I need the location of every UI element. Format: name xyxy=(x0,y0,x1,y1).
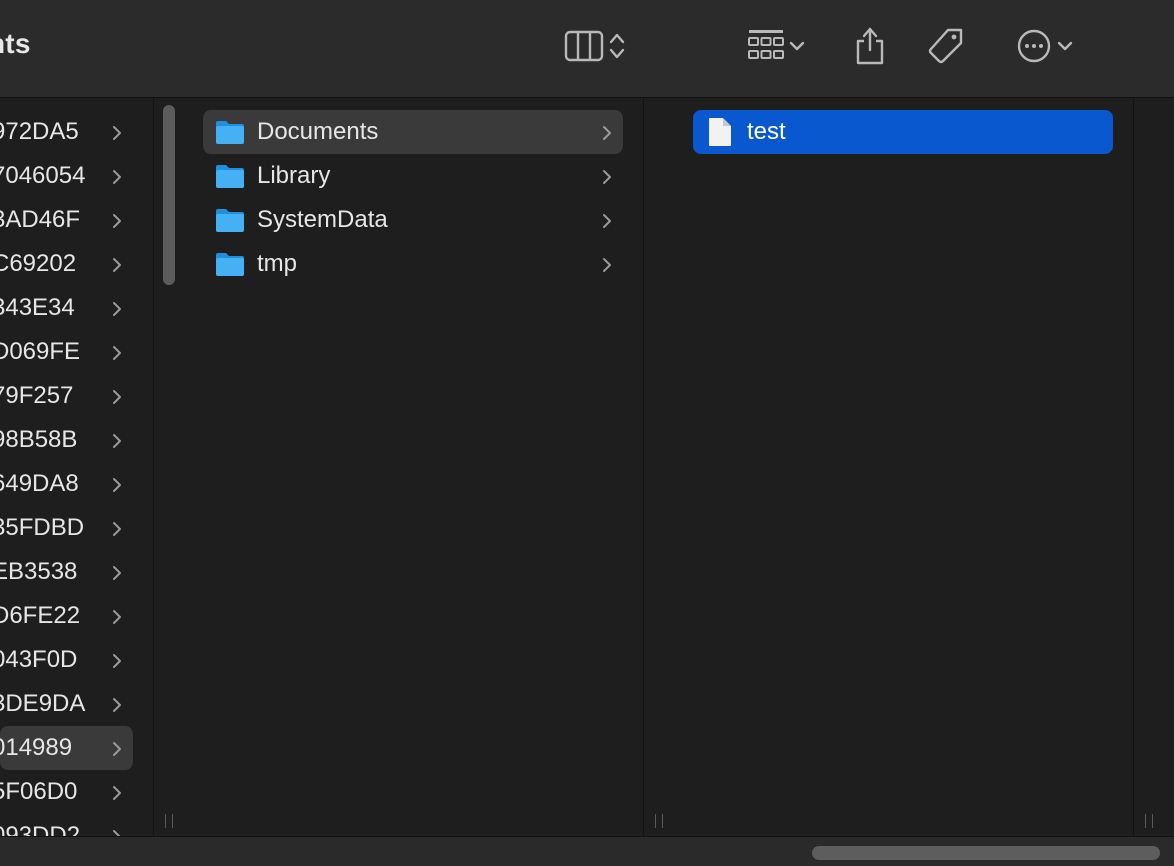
chevron-right-icon xyxy=(111,518,123,538)
horizontal-scrollbar[interactable] xyxy=(812,846,1160,860)
folder-row[interactable]: Documents xyxy=(203,110,623,154)
chevron-right-icon xyxy=(601,254,613,274)
chevron-right-icon xyxy=(111,210,123,230)
column-1-list: 972DA5 7046054 3AD46F C69202 343E34 D069FE 79F… xyxy=(0,99,153,836)
folder-row[interactable]: 3AD46F xyxy=(0,198,133,242)
chevron-right-icon xyxy=(111,254,123,274)
folder-row[interactable]: SystemData xyxy=(203,198,623,242)
grid-group-icon xyxy=(746,28,786,64)
column-3-list: test xyxy=(673,99,1133,836)
item-label: C69202 xyxy=(0,250,77,277)
up-down-chevron-icon xyxy=(606,30,628,62)
chevron-right-icon xyxy=(111,474,123,494)
item-label: 98B58B xyxy=(0,426,78,453)
item-label: 35FDBD xyxy=(0,514,85,541)
window-title: nts xyxy=(0,28,31,59)
folder-row[interactable]: 972DA5 xyxy=(0,110,133,154)
column-2-divider[interactable] xyxy=(643,99,673,836)
folder-row[interactable]: Library xyxy=(203,154,623,198)
item-label: Library xyxy=(257,162,331,189)
folder-row[interactable]: D6FE22 xyxy=(0,594,133,638)
chevron-right-icon xyxy=(111,562,123,582)
item-label: 343E34 xyxy=(0,294,75,321)
folder-icon xyxy=(215,207,245,233)
share-button[interactable] xyxy=(848,24,892,68)
item-label: SystemData xyxy=(257,206,388,233)
item-label: 79F257 xyxy=(0,382,74,409)
document-icon xyxy=(708,117,732,147)
column-3-divider[interactable] xyxy=(1133,99,1163,836)
item-label: 014989 xyxy=(0,734,73,761)
folder-row[interactable]: 649DA8 xyxy=(0,462,133,506)
horizontal-scrollbar-track xyxy=(0,836,1174,866)
folder-row[interactable]: D069FE xyxy=(0,330,133,374)
group-button[interactable] xyxy=(740,24,814,68)
item-label: 5F06D0 xyxy=(0,778,78,805)
item-label: D069FE xyxy=(0,338,81,365)
chevron-right-icon xyxy=(111,430,123,450)
chevron-right-icon xyxy=(601,122,613,142)
chevron-right-icon xyxy=(601,166,613,186)
column-1-scrollbar[interactable] xyxy=(163,105,175,285)
chevron-right-icon xyxy=(111,782,123,802)
tag-icon xyxy=(926,26,966,66)
folder-row[interactable]: 98B58B xyxy=(0,418,133,462)
column-resize-handle[interactable] xyxy=(165,814,173,828)
chevron-right-icon xyxy=(111,826,123,836)
chevron-right-icon xyxy=(111,342,123,362)
item-label: D6FE22 xyxy=(0,602,81,629)
item-label: Documents xyxy=(257,118,379,145)
chevron-right-icon xyxy=(111,694,123,714)
folder-row[interactable]: 014989 xyxy=(0,726,133,770)
folder-row[interactable]: 093DD2 xyxy=(0,814,133,836)
item-label: 3DE9DA xyxy=(0,690,86,717)
folder-row[interactable]: 79F257 xyxy=(0,374,133,418)
toolbar: nts xyxy=(0,0,1174,98)
folder-row[interactable]: 5F06D0 xyxy=(0,770,133,814)
chevron-right-icon xyxy=(111,738,123,758)
folder-row[interactable]: EB3538 xyxy=(0,550,133,594)
chevron-right-icon xyxy=(111,298,123,318)
chevron-right-icon xyxy=(111,650,123,670)
folder-row[interactable]: 7046054 xyxy=(0,154,133,198)
item-label: EB3538 xyxy=(0,558,78,585)
item-label: 043F0D xyxy=(0,646,78,673)
chevron-right-icon xyxy=(111,606,123,626)
file-row[interactable]: test xyxy=(693,110,1113,154)
ellipsis-circle-icon xyxy=(1014,26,1054,66)
chevron-right-icon xyxy=(111,122,123,142)
item-label: 7046054 xyxy=(0,162,86,189)
item-label: 3AD46F xyxy=(0,206,81,233)
item-label: tmp xyxy=(257,250,298,277)
item-label: test xyxy=(747,118,786,145)
share-icon xyxy=(853,26,887,66)
folder-icon xyxy=(215,163,245,189)
folder-row[interactable]: 3DE9DA xyxy=(0,682,133,726)
item-label: 093DD2 xyxy=(0,822,81,836)
chevron-down-icon xyxy=(1054,36,1076,56)
folder-icon xyxy=(215,119,245,145)
view-mode-button[interactable] xyxy=(554,24,638,68)
chevron-right-icon xyxy=(601,210,613,230)
chevron-right-icon xyxy=(111,386,123,406)
folder-row[interactable]: tmp xyxy=(203,242,623,286)
more-actions-button[interactable] xyxy=(1008,24,1082,68)
column-resize-handle[interactable] xyxy=(655,814,663,828)
tag-button[interactable] xyxy=(922,24,970,68)
column-resize-handle[interactable] xyxy=(1145,814,1153,828)
column-view-icon xyxy=(564,30,606,62)
folder-row[interactable]: 343E34 xyxy=(0,286,133,330)
chevron-right-icon xyxy=(111,166,123,186)
folder-row[interactable]: C69202 xyxy=(0,242,133,286)
item-label: 649DA8 xyxy=(0,470,79,497)
folder-icon xyxy=(215,251,245,277)
item-label: 972DA5 xyxy=(0,118,79,145)
column-1-divider[interactable] xyxy=(153,99,183,836)
column-2-list: Documents Library SystemData tmp xyxy=(183,99,643,836)
chevron-down-icon xyxy=(786,36,808,56)
folder-row[interactable]: 35FDBD xyxy=(0,506,133,550)
folder-row[interactable]: 043F0D xyxy=(0,638,133,682)
